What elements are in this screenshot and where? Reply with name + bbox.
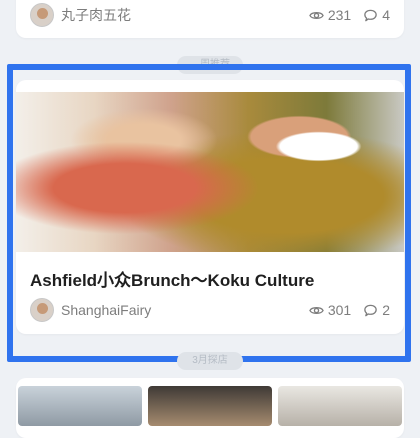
comments-stat: 4 [363, 7, 390, 23]
gallery-thumbnail[interactable] [18, 386, 142, 426]
gallery-thumbnail[interactable] [148, 386, 272, 426]
section-tag: 3月探店 [177, 352, 243, 370]
eye-icon [309, 306, 324, 314]
gallery-thumbnail[interactable] [278, 386, 402, 426]
views-count: 231 [327, 7, 352, 23]
eye-icon [309, 11, 324, 19]
comments-count: 4 [382, 7, 390, 23]
post-card-main[interactable]: Ashfield小众Brunch～Koku Culture ShanghaiFa… [16, 80, 404, 334]
post-title[interactable]: Ashfield小众Brunch～Koku Culture [30, 266, 390, 291]
post-meta-row: 丸子肉五花 231 4 [30, 1, 390, 29]
comment-icon [364, 9, 377, 21]
avatar[interactable] [30, 298, 54, 322]
post-meta-row: ShanghaiFairy 301 2 [30, 296, 390, 324]
comments-count: 2 [382, 302, 390, 318]
views-count: 301 [327, 302, 352, 318]
post-stats: 231 4 [297, 7, 390, 23]
author-name[interactable]: 丸子肉五花 [61, 5, 131, 25]
comments-stat: 2 [363, 302, 390, 318]
section-tag: …周推荐 [177, 56, 243, 74]
post-card-top[interactable]: 丸子肉五花 231 4 [16, 0, 404, 38]
image-gallery [16, 386, 404, 426]
views-stat: 231 [309, 7, 351, 23]
post-stats: 301 2 [297, 302, 390, 318]
comment-icon [364, 304, 377, 316]
post-cover-image[interactable] [16, 92, 404, 252]
author-name[interactable]: ShanghaiFairy [61, 302, 151, 318]
avatar[interactable] [30, 3, 54, 27]
views-stat: 301 [309, 302, 351, 318]
